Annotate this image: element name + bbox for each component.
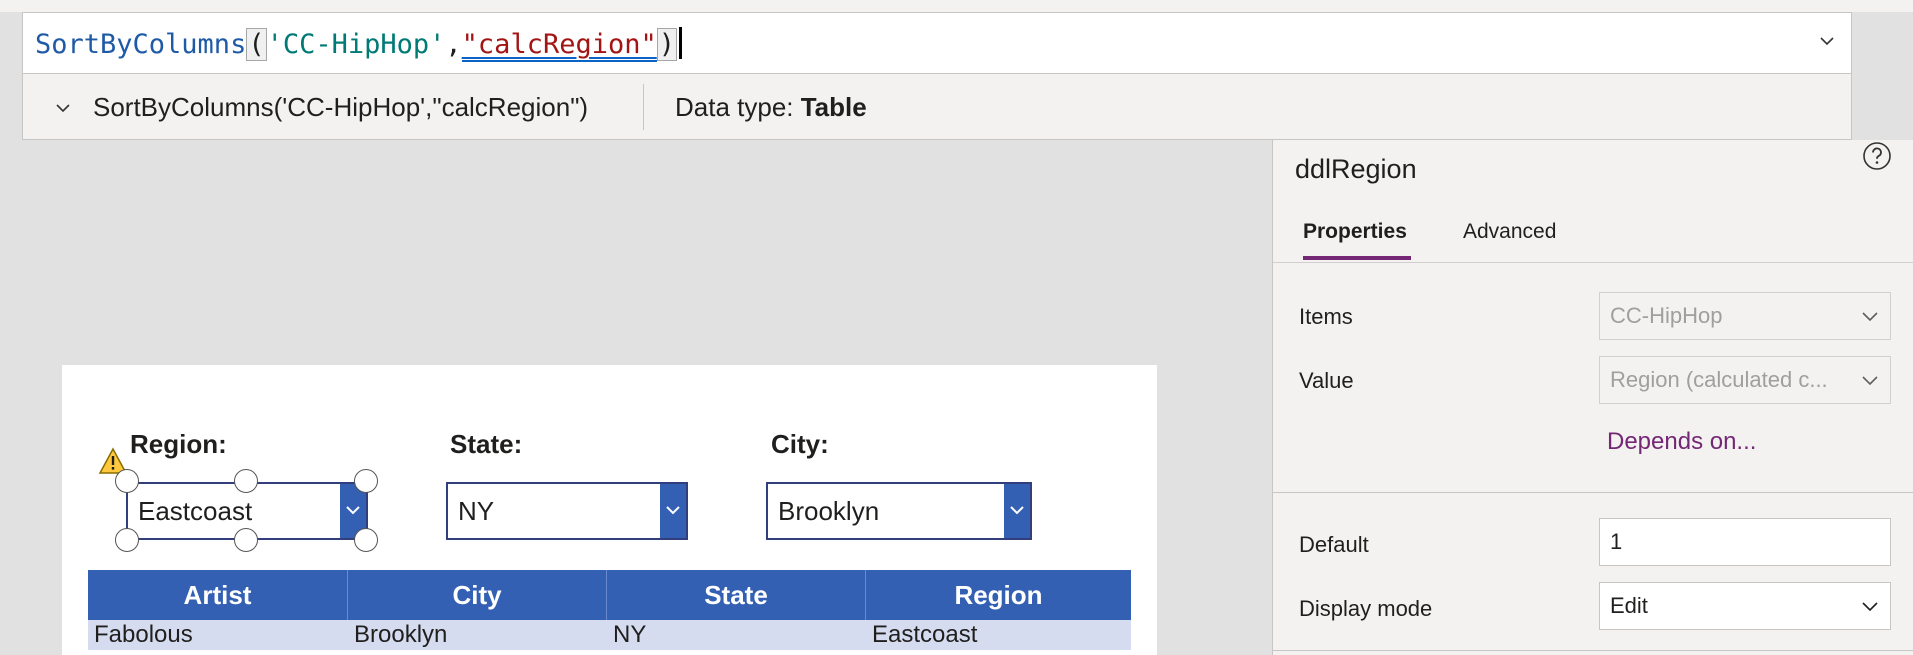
column-header-state[interactable]: State bbox=[607, 570, 866, 620]
value-dropdown[interactable]: Region (calculated c... bbox=[1599, 356, 1891, 404]
chevron-down-icon bbox=[1862, 376, 1878, 386]
table-cell: Brooklyn bbox=[354, 621, 448, 648]
state-dropdown[interactable]: NY bbox=[446, 482, 688, 540]
resize-handle-top-right[interactable] bbox=[354, 469, 378, 493]
chevron-down-icon bbox=[666, 506, 680, 515]
divider bbox=[1273, 650, 1913, 651]
text-cursor bbox=[679, 27, 683, 59]
display-mode-label: Display mode bbox=[1299, 596, 1433, 621]
default-input[interactable]: 1 bbox=[1599, 518, 1891, 566]
formula-arg-table: 'CC-HipHop' bbox=[266, 29, 446, 60]
help-icon[interactable] bbox=[1861, 140, 1893, 172]
column-header-artist[interactable]: Artist bbox=[88, 570, 348, 620]
table-cell: Fabolous bbox=[94, 621, 193, 648]
city-label: City: bbox=[771, 429, 829, 459]
formula-input[interactable]: SortByColumns('CC-HipHop',"calcRegion") bbox=[35, 27, 683, 62]
divider bbox=[1273, 492, 1913, 493]
display-mode-dropdown[interactable]: Edit bbox=[1599, 582, 1891, 630]
result-data-type: Data type: Table bbox=[675, 92, 867, 123]
tab-advanced[interactable]: Advanced bbox=[1463, 220, 1556, 244]
chevron-down-icon[interactable] bbox=[1819, 33, 1835, 49]
control-name: ddlRegion bbox=[1295, 154, 1417, 184]
result-expression: SortByColumns('CC-HipHop',"calcRegion") bbox=[93, 92, 589, 122]
formula-function: SortByColumns bbox=[35, 29, 247, 60]
resize-handle-bottom[interactable] bbox=[234, 528, 258, 552]
active-tab-indicator bbox=[1303, 256, 1411, 260]
chevron-down-icon[interactable] bbox=[55, 100, 71, 116]
formula-arg-column: "calcRegion" bbox=[461, 29, 657, 62]
city-dropdown-button[interactable] bbox=[1004, 484, 1030, 538]
formula-close-paren: ) bbox=[656, 28, 678, 61]
state-dropdown-value: NY bbox=[458, 496, 495, 526]
divider bbox=[1273, 262, 1913, 263]
table-cell: Eastcoast bbox=[872, 621, 978, 648]
app-screen: Region: State: City: Eastcoast NY Brookl… bbox=[62, 365, 1157, 655]
data-type-value: Table bbox=[800, 92, 867, 122]
items-label: Items bbox=[1299, 304, 1353, 329]
data-type-label: Data type: bbox=[675, 92, 801, 122]
city-dropdown[interactable]: Brooklyn bbox=[766, 482, 1032, 540]
value-dropdown-value: Region (calculated c... bbox=[1610, 367, 1828, 392]
depends-on-link[interactable]: Depends on... bbox=[1607, 428, 1756, 456]
state-dropdown-button[interactable] bbox=[660, 484, 686, 538]
city-dropdown-value: Brooklyn bbox=[778, 496, 880, 526]
chevron-down-icon bbox=[1010, 506, 1024, 515]
properties-panel: ddlRegion Properties Advanced Items CC-H… bbox=[1272, 140, 1913, 655]
column-header-city[interactable]: City bbox=[348, 570, 607, 620]
table-cell: NY bbox=[613, 621, 647, 648]
resize-handle-top-left[interactable] bbox=[115, 469, 139, 493]
region-label: Region: bbox=[130, 429, 227, 459]
items-dropdown-value: CC-HipHop bbox=[1610, 303, 1723, 328]
state-label: State: bbox=[450, 429, 523, 459]
region-dropdown-value: Eastcoast bbox=[138, 496, 253, 526]
chevron-down-icon bbox=[1862, 312, 1878, 322]
resize-handle-bottom-right[interactable] bbox=[354, 528, 378, 552]
value-label: Value bbox=[1299, 368, 1354, 393]
formula-result-bar: SortByColumns('CC-HipHop',"calcRegion") … bbox=[22, 74, 1852, 140]
default-label: Default bbox=[1299, 532, 1369, 557]
formula-bar[interactable]: SortByColumns('CC-HipHop',"calcRegion") bbox=[22, 12, 1852, 74]
resize-handle-top[interactable] bbox=[234, 469, 258, 493]
top-strip bbox=[0, 0, 1913, 12]
chevron-down-icon bbox=[346, 506, 360, 515]
items-dropdown[interactable]: CC-HipHop bbox=[1599, 292, 1891, 340]
default-input-value: 1 bbox=[1610, 529, 1623, 554]
column-header-region[interactable]: Region bbox=[866, 570, 1131, 620]
chevron-down-icon bbox=[1862, 602, 1878, 612]
formula-open-paren: ( bbox=[246, 28, 267, 61]
display-mode-value: Edit bbox=[1610, 593, 1648, 618]
tab-properties[interactable]: Properties bbox=[1303, 220, 1407, 244]
resize-handle-bottom-left[interactable] bbox=[115, 528, 139, 552]
divider bbox=[643, 84, 644, 130]
formula-comma: , bbox=[445, 29, 462, 60]
